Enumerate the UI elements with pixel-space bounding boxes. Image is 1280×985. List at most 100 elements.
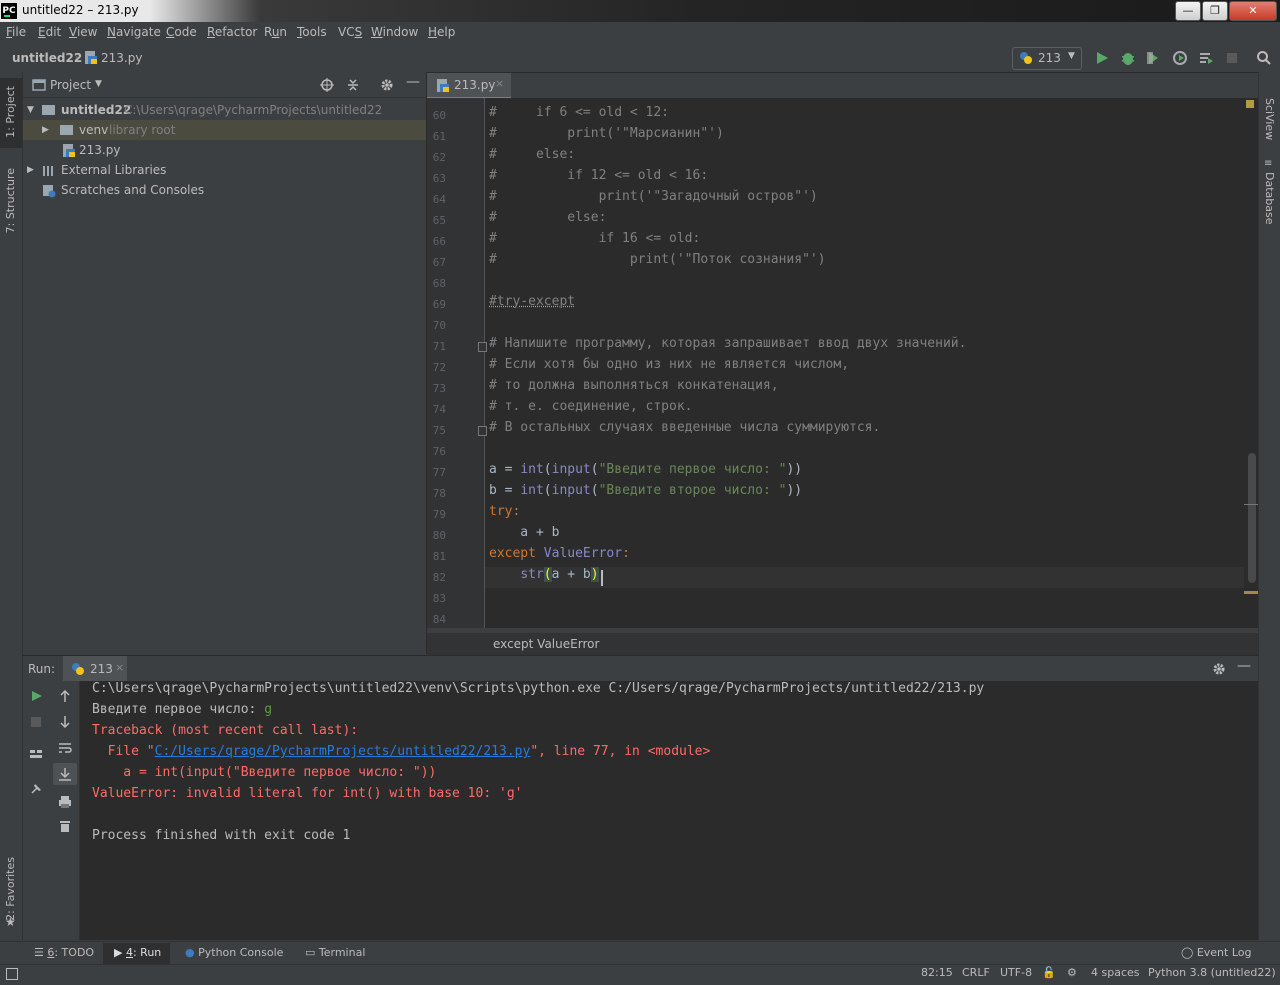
run-config-select[interactable]: 213 ▼ <box>1012 47 1082 70</box>
console-file-link[interactable]: C:/Users/qrage/PycharmProjects/untitled2… <box>155 744 531 759</box>
editor-tab-label: 213.py <box>454 78 496 92</box>
lock-icon[interactable]: 🔓 <box>1042 966 1056 979</box>
run-config-label: 213 <box>1038 51 1061 65</box>
left-tool-stripe: 1: Project 7: Structure 2: Favorites ★ <box>0 72 23 940</box>
tool-tab-run[interactable]: ▶ 4: Run <box>114 946 161 959</box>
profile-icon[interactable] <box>1172 50 1188 66</box>
rerun-icon[interactable] <box>29 689 43 703</box>
menu-vcs[interactable]: VCS <box>338 25 362 39</box>
breadcrumb-project[interactable]: untitled22 <box>12 51 82 65</box>
line-number: 76 <box>432 445 446 458</box>
tree-item-root[interactable]: ▼ untitled22 C:\Users\qrage\PycharmProje… <box>23 100 426 120</box>
status-indent[interactable]: 4 spaces <box>1091 966 1140 979</box>
menu-edit[interactable]: Edit <box>38 25 61 39</box>
minimize-button[interactable]: — <box>1175 1 1201 21</box>
menu-refactor[interactable]: Refactor <box>207 25 257 39</box>
right-tool-stripe: SciView ≡ Database <box>1258 72 1280 940</box>
tool-tab-terminal[interactable]: ▭ Terminal <box>305 946 365 959</box>
console-prompt-line: Введите первое число: g <box>92 702 273 717</box>
database-tool-tab[interactable]: Database <box>1263 172 1276 225</box>
menu-file[interactable]: File <box>6 25 26 39</box>
tree-item-external-libraries[interactable]: ▶ External Libraries <box>23 160 426 180</box>
hide-panel-icon[interactable]: — <box>1237 658 1251 674</box>
editor-scrollbar[interactable] <box>1244 98 1258 628</box>
editor-tab-213[interactable]: 213.py × <box>427 73 511 100</box>
run-icon[interactable] <box>1094 50 1110 66</box>
maximize-button[interactable]: ❐ <box>1202 1 1228 21</box>
gear-icon[interactable] <box>1212 662 1226 676</box>
event-log-icon: ◯ <box>1181 946 1197 959</box>
code-line-72: # Если хотя бы одно из них не является ч… <box>489 357 850 372</box>
collapse-all-icon[interactable] <box>346 78 360 92</box>
toggle-tool-windows-icon[interactable] <box>6 968 18 980</box>
console-command-line: C:\Users\qrage\PycharmProjects\untitled2… <box>92 681 985 696</box>
menu-view[interactable]: View <box>69 25 97 39</box>
code-line-78: b = int(input("Введите второе число: ")) <box>489 483 803 498</box>
soft-wrap-icon[interactable] <box>58 741 72 755</box>
fold-icon[interactable] <box>478 426 487 436</box>
menu-tools[interactable]: Tools <box>297 25 327 39</box>
structure-tool-tab[interactable]: 7: Structure <box>4 168 17 233</box>
tree-item-scratches[interactable]: Scratches and Consoles <box>23 180 426 200</box>
run-tab-213[interactable]: 213 × <box>63 656 127 682</box>
hide-panel-icon[interactable]: — <box>406 74 420 90</box>
menu-run[interactable]: Run <box>264 25 287 39</box>
run-icon: ▶ <box>114 946 126 959</box>
locate-file-icon[interactable] <box>320 78 334 92</box>
menu-help[interactable]: Help <box>428 25 455 39</box>
status-encoding[interactable]: UTF-8 <box>1000 966 1032 979</box>
stop-icon[interactable] <box>29 715 43 729</box>
scroll-to-end-toggle[interactable] <box>53 763 77 785</box>
arrow-down-icon[interactable] <box>58 715 72 729</box>
close-window-button[interactable]: ✕ <box>1229 1 1277 21</box>
tool-tab-todo[interactable]: ☰ 6: TODO <box>34 946 94 959</box>
current-line-highlight <box>485 567 1244 588</box>
status-interpreter[interactable]: Python 3.8 (untitled22) <box>1148 966 1276 979</box>
project-tool-tab[interactable]: 1: Project <box>0 78 22 148</box>
tree-expanded-arrow-icon[interactable]: ▼ <box>27 100 34 120</box>
editor-breadcrumb[interactable]: except ValueError <box>493 637 599 651</box>
project-view-select[interactable]: Project <box>50 78 91 92</box>
python-icon <box>1020 52 1032 64</box>
list-icon: ☰ <box>34 946 48 959</box>
concurrency-icon[interactable] <box>1198 50 1214 66</box>
project-tool-tab-label: 1: Project <box>4 86 17 138</box>
gear-icon[interactable] <box>380 78 394 92</box>
search-icon[interactable] <box>1256 50 1272 66</box>
line-number: 82 <box>432 571 446 584</box>
status-caret-position[interactable]: 82:15 <box>921 966 953 979</box>
pin-icon[interactable] <box>29 781 43 795</box>
menu-code[interactable]: Code <box>166 25 197 39</box>
line-number: 66 <box>432 235 446 248</box>
tool-tab-python-console[interactable]: ● Python Console <box>185 946 283 959</box>
tool-tab-event-log[interactable]: ◯ Event Log <box>1181 946 1251 959</box>
favorites-tool-tab[interactable]: 2: Favorites <box>4 857 17 921</box>
code-line-81: except ValueError: <box>489 546 630 561</box>
fold-icon[interactable] <box>478 342 487 352</box>
tree-collapsed-arrow-icon[interactable]: ▶ <box>27 160 34 180</box>
chevron-down-icon[interactable]: ▼ <box>95 79 102 89</box>
close-tab-icon[interactable]: × <box>115 661 124 674</box>
code-line-62: # else: <box>489 147 576 162</box>
editor-breadcrumb-bar: except ValueError <box>427 633 1258 655</box>
tree-item-venv[interactable]: ▶ venv library root <box>23 120 426 140</box>
tree-item-file[interactable]: 213.py <box>23 140 426 160</box>
menu-window[interactable]: Window <box>371 25 418 39</box>
run-with-coverage-icon[interactable] <box>1146 50 1162 66</box>
trash-icon[interactable] <box>58 819 72 833</box>
print-icon[interactable] <box>58 795 72 809</box>
restore-layout-icon[interactable] <box>29 747 43 761</box>
sciview-tool-tab[interactable]: SciView <box>1263 98 1276 140</box>
line-number: 78 <box>432 487 446 500</box>
inspection-status-icon[interactable] <box>1246 100 1254 108</box>
arrow-up-icon[interactable] <box>58 689 72 703</box>
debug-icon[interactable] <box>1120 50 1136 66</box>
editor-scroll-thumb[interactable] <box>1248 453 1256 583</box>
tree-collapsed-arrow-icon[interactable]: ▶ <box>42 120 49 140</box>
status-line-separator[interactable]: CRLF <box>962 966 990 979</box>
breadcrumb-file[interactable]: 213.py <box>101 51 142 65</box>
menu-navigate[interactable]: Navigate <box>107 25 161 39</box>
stop-icon[interactable] <box>1224 50 1240 66</box>
code-line-73: # то должна выполняться конкатенация, <box>489 378 779 393</box>
close-tab-icon[interactable]: × <box>495 77 504 90</box>
